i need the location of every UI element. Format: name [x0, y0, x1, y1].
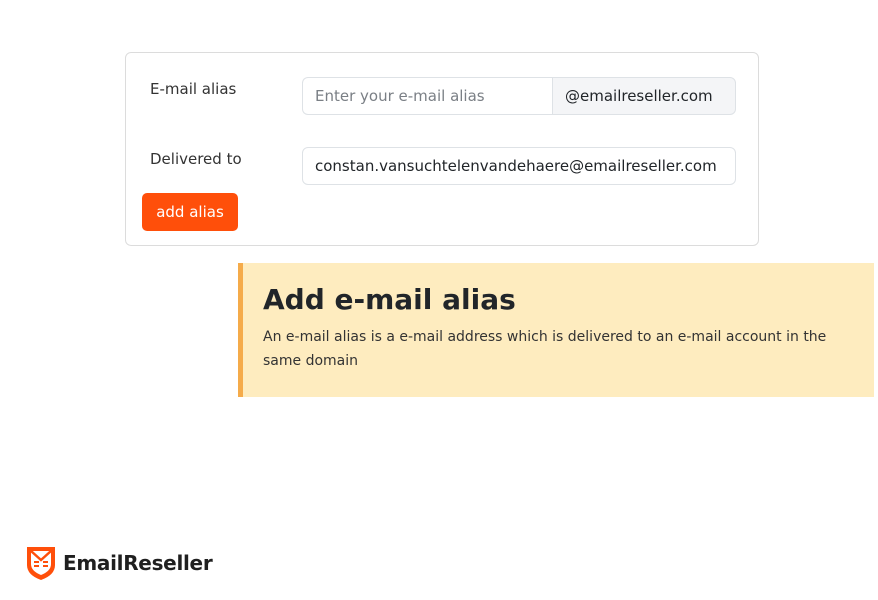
info-callout: Add e-mail alias An e-mail alias is a e-…	[238, 263, 874, 397]
shield-envelope-icon	[27, 547, 55, 580]
add-alias-form: E-mail alias @emailreseller.com Delivere…	[125, 52, 759, 246]
alias-input-group: @emailreseller.com	[302, 77, 736, 115]
info-title: Add e-mail alias	[263, 283, 516, 316]
alias-input[interactable]	[302, 77, 552, 115]
add-alias-button[interactable]: add alias	[142, 193, 238, 231]
alias-label: E-mail alias	[150, 80, 237, 98]
delivered-to-value: constan.vansuchtelenvandehaere@emailrese…	[315, 157, 717, 175]
info-text: An e-mail alias is a e-mail address whic…	[263, 328, 827, 369]
domain-suffix: @emailreseller.com	[552, 77, 736, 115]
brand-name: EmailReseller	[63, 551, 213, 575]
delivered-to-label: Delivered to	[150, 150, 242, 168]
delivered-to-select[interactable]: constan.vansuchtelenvandehaere@emailrese…	[302, 147, 736, 185]
brand-logo: EmailReseller	[25, 545, 213, 581]
